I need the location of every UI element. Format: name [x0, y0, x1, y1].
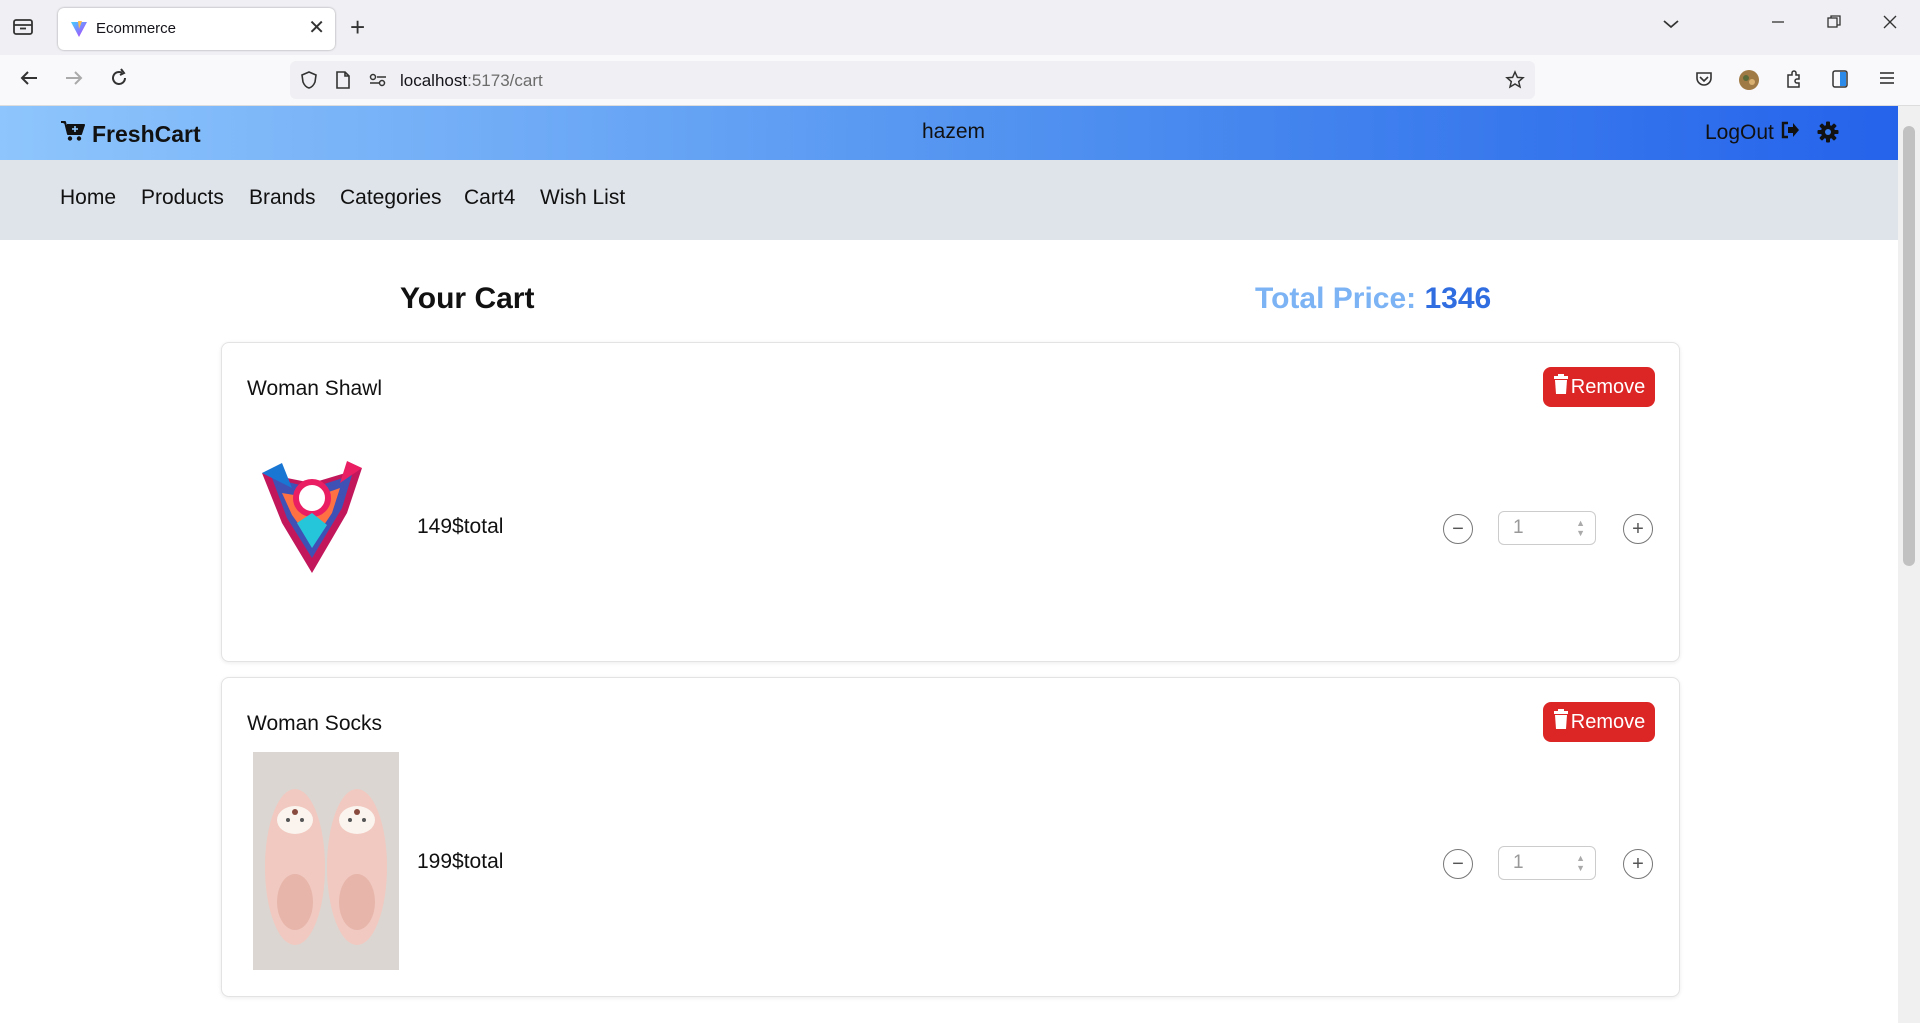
cart-item-card: Woman Shawl Remove 149$total − 1 ▲ ▼ + — [221, 342, 1680, 662]
decrease-quantity-button[interactable]: − — [1443, 849, 1473, 879]
logout-button[interactable]: LogOut — [1705, 121, 1800, 145]
nav-cart[interactable]: Cart4 — [464, 186, 515, 210]
product-name: Woman Socks — [247, 712, 382, 735]
total-price-label: Total Price: — [1255, 282, 1417, 315]
increase-quantity-button[interactable]: + — [1623, 514, 1653, 544]
nav-home[interactable]: Home — [60, 186, 116, 210]
product-price: 149$total — [417, 515, 504, 538]
back-arrow-icon[interactable] — [18, 67, 40, 94]
permissions-icon[interactable] — [368, 70, 388, 95]
quantity-input[interactable]: 1 ▲ ▼ — [1498, 511, 1596, 545]
menu-icon[interactable] — [1878, 69, 1900, 91]
cart-title: Your Cart — [400, 282, 535, 315]
quantity-value: 1 — [1513, 852, 1524, 873]
sidebar-icon[interactable] — [1830, 69, 1852, 91]
total-price: Total Price: 1346 — [1255, 282, 1491, 316]
product-name: Woman Shawl — [247, 377, 383, 400]
minimize-icon[interactable] — [1770, 14, 1786, 35]
remove-button[interactable]: Remove — [1543, 367, 1655, 407]
logout-label: LogOut — [1705, 121, 1774, 144]
pocket-icon[interactable] — [1694, 69, 1716, 91]
browser-toolbar: localhost:5173/cart — [0, 55, 1920, 106]
spinner-icon[interactable]: ▲ ▼ — [1576, 853, 1585, 873]
increase-quantity-button[interactable]: + — [1623, 849, 1653, 879]
bookmark-star-icon[interactable] — [1505, 70, 1525, 95]
username: hazem — [922, 120, 986, 143]
browser-tabbar: Ecommerce ✕ + — [0, 0, 1920, 55]
cart-item-card: Woman Socks Remove 199$total − 1 ▲ ▼ + — [221, 677, 1680, 997]
shield-icon[interactable] — [299, 70, 319, 95]
forward-arrow-icon[interactable] — [63, 67, 85, 94]
restore-icon[interactable] — [1826, 14, 1842, 35]
trash-icon — [1553, 709, 1569, 735]
product-price: 199$total — [417, 850, 504, 873]
reload-icon[interactable] — [108, 67, 130, 94]
total-price-value: 1346 — [1424, 282, 1492, 315]
chevron-down-icon[interactable] — [1662, 14, 1680, 35]
vite-icon — [70, 20, 88, 38]
page-content: FreshCart hazem LogOut Home Products Bra… — [0, 106, 1898, 1023]
nav-products[interactable]: Products — [141, 186, 224, 210]
nav-wish-list[interactable]: Wish List — [540, 186, 625, 210]
remove-button[interactable]: Remove — [1543, 702, 1655, 742]
tab-title: Ecommerce — [96, 20, 177, 37]
tab-list-icon[interactable] — [12, 16, 38, 40]
page-scrollbar[interactable] — [1898, 106, 1920, 1023]
url-text: localhost:5173/cart — [400, 71, 543, 90]
scrollbar-thumb[interactable] — [1903, 126, 1915, 566]
remove-label: Remove — [1570, 710, 1646, 733]
gear-icon[interactable] — [1817, 121, 1839, 143]
main-nav: Home Products Brands Categories Cart4 Wi… — [0, 160, 1898, 240]
nav-brands[interactable]: Brands — [249, 186, 316, 210]
extensions-icon[interactable] — [1784, 69, 1806, 91]
remove-label: Remove — [1570, 375, 1646, 398]
spinner-icon[interactable]: ▲ ▼ — [1576, 518, 1585, 538]
sign-out-icon — [1780, 121, 1800, 145]
quantity-input[interactable]: 1 ▲ ▼ — [1498, 846, 1596, 880]
decrease-quantity-button[interactable]: − — [1443, 514, 1473, 544]
page-icon[interactable] — [334, 70, 352, 95]
trash-icon — [1553, 374, 1569, 400]
cart-icon — [60, 120, 86, 148]
profile-avatar-icon[interactable] — [1738, 69, 1760, 91]
url-bar[interactable]: localhost:5173/cart — [290, 61, 1535, 99]
app-header: FreshCart hazem LogOut — [0, 106, 1898, 160]
brand-name: FreshCart — [92, 120, 201, 147]
close-icon[interactable]: ✕ — [308, 18, 325, 38]
window-close-icon[interactable] — [1882, 14, 1898, 35]
browser-tab-active[interactable]: Ecommerce ✕ — [58, 8, 335, 50]
brand-logo[interactable]: FreshCart — [60, 120, 201, 148]
quantity-value: 1 — [1513, 517, 1524, 538]
nav-categories[interactable]: Categories — [340, 186, 442, 210]
product-image — [252, 453, 372, 583]
product-image — [253, 752, 399, 970]
new-tab-icon[interactable]: + — [350, 14, 365, 40]
